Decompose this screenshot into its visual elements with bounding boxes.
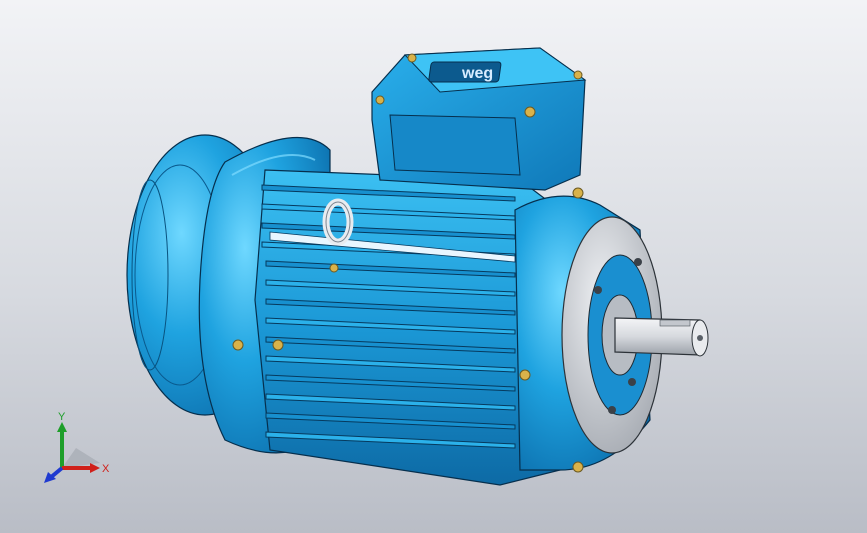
motor-model[interactable]: weg bbox=[0, 0, 867, 533]
terminal-box[interactable]: weg bbox=[371, 47, 587, 191]
brand-logo: weg bbox=[461, 65, 493, 82]
graphics-viewport[interactable]: weg Y X bbox=[0, 0, 867, 533]
x-axis-label: X bbox=[102, 463, 110, 475]
stator-housing[interactable] bbox=[254, 169, 561, 486]
y-axis-label: Y bbox=[58, 411, 66, 423]
output-shaft[interactable] bbox=[614, 317, 709, 357]
coordinate-triad: Y X bbox=[44, 411, 110, 483]
